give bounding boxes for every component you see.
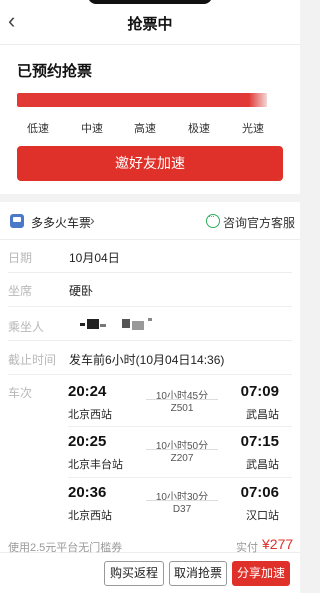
arrival-station: 武昌站 [246, 409, 279, 421]
arrival-station: 武昌站 [246, 459, 279, 471]
departure-station: 北京西站 [68, 409, 112, 421]
date-value: 10月04日 [69, 251, 120, 265]
speed-level-high: 高速 [134, 123, 156, 135]
train-app-icon [10, 214, 24, 228]
coupon-text: 使用2.5元平台无门槛券 [8, 542, 123, 554]
progress-title: 已预约抢票 [17, 63, 93, 80]
train-number: Z501 [170, 403, 194, 414]
share-boost-button[interactable]: 分享加速 [232, 561, 290, 586]
departure-time: 20:24 [68, 383, 107, 400]
buy-return-button[interactable]: 购买返程 [104, 561, 164, 586]
divider [8, 340, 292, 341]
app-row: 多多火车票 › 咨询官方客服 [0, 202, 300, 240]
arrival-station: 汉口站 [246, 510, 279, 522]
speed-level-extreme: 极速 [188, 123, 210, 135]
speed-levels: 低速 中速 高速 极速 光速 [17, 120, 273, 136]
arrival-time: 07:15 [240, 433, 279, 450]
top-bar: ‹ 抢票中 [0, 0, 300, 44]
deadline-label: 截止时间 [8, 353, 57, 367]
divider [68, 426, 292, 427]
divider [8, 306, 292, 307]
trains-label: 车次 [8, 386, 33, 400]
cancel-booking-button[interactable]: 取消抢票 [169, 561, 227, 586]
booking-progress-card: 已预约抢票 低速 中速 高速 极速 光速 邀好友加速 [0, 44, 300, 194]
passenger-label: 乘坐人 [8, 320, 45, 334]
app-name[interactable]: 多多火车票 [31, 214, 91, 231]
departure-station: 北京西站 [68, 510, 112, 522]
train-row: 20:24 北京西站 10小时45分 Z501 07:09 武昌站 [68, 383, 293, 431]
order-card: 多多火车票 › 咨询官方客服 日期 10月04日 坐席 硬卧 乘坐人 截止时间 … [0, 202, 300, 593]
chevron-right-icon[interactable]: › [90, 212, 95, 228]
divider [68, 477, 292, 478]
speed-level-medium: 中速 [81, 123, 103, 135]
speed-level-low: 低速 [27, 123, 49, 135]
speed-level-light: 光速 [242, 123, 264, 135]
departure-station: 北京丰台站 [68, 459, 123, 471]
device-notch [88, 0, 212, 4]
train-row: 20:25 北京丰台站 10小时50分 Z207 07:15 武昌站 [68, 433, 293, 481]
date-label: 日期 [8, 251, 33, 265]
departure-time: 20:25 [68, 433, 107, 450]
arrival-time: 07:06 [240, 484, 279, 501]
divider [8, 374, 292, 375]
page-title: 抢票中 [127, 16, 173, 33]
train-row: 20:36 北京西站 10小时30分 D37 07:06 汉口站 [68, 484, 293, 532]
progress-bar-end [249, 93, 267, 107]
pay-amount: ¥277 [262, 536, 294, 552]
duration-line [146, 449, 218, 450]
bottom-action-bar: 使用2.5元平台无门槛券 实付 ¥277 购买返程 取消抢票 分享加速 [0, 536, 300, 593]
chat-bubble-icon[interactable] [206, 211, 220, 228]
divider [8, 272, 292, 273]
duration-line [146, 500, 218, 501]
contact-support-link[interactable]: 咨询官方客服 [223, 214, 295, 231]
invite-friends-button[interactable]: 邀好友加速 [17, 146, 283, 181]
seat-label: 坐席 [8, 284, 33, 298]
pay-label: 实付 [236, 542, 258, 554]
train-number: Z207 [170, 453, 194, 464]
seat-value: 硬卧 [69, 284, 94, 298]
duration-line [146, 399, 218, 400]
speed-progress-bar [17, 93, 267, 107]
deadline-value: 发车前6小时(10月04日14:36) [69, 353, 225, 367]
train-number: D37 [172, 504, 192, 515]
departure-time: 20:36 [68, 484, 107, 501]
arrival-time: 07:09 [240, 383, 279, 400]
